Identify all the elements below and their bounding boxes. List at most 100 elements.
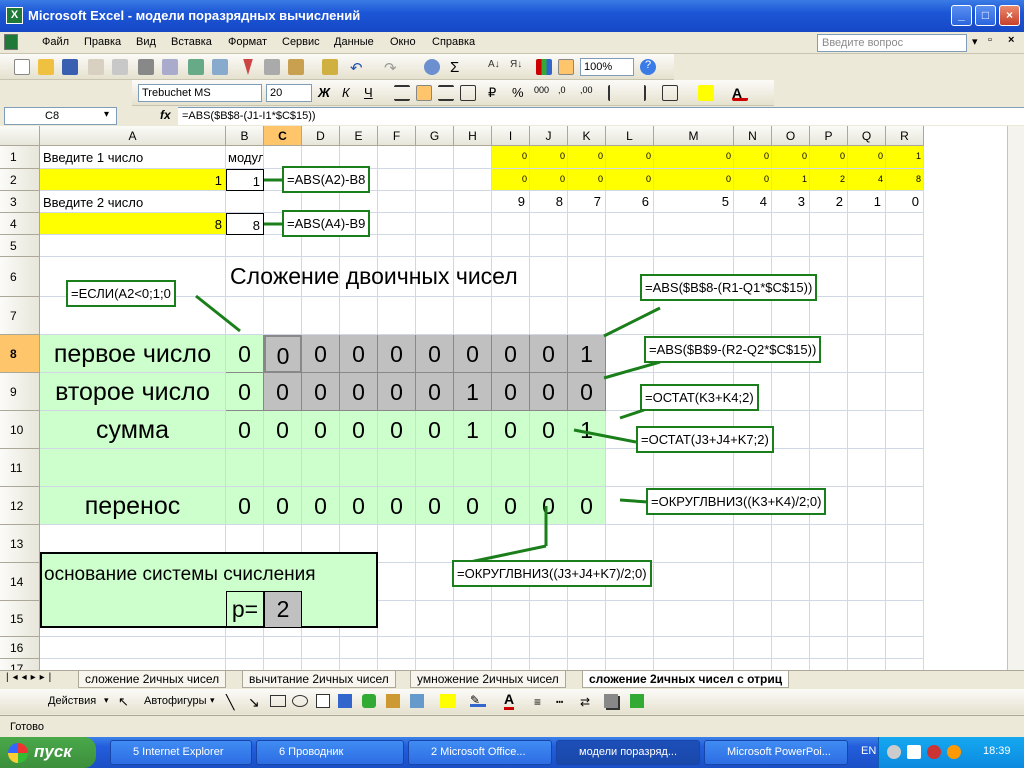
font-size-select[interactable]: 20 [266, 84, 312, 102]
tray-icon-2[interactable] [907, 745, 921, 759]
research-icon[interactable] [212, 59, 228, 75]
sheet-tab-3[interactable]: умножение 2ичных чисел [410, 671, 566, 688]
tab-nav-arrows[interactable]: |◂◂▸▸| [6, 672, 55, 683]
spelling-icon[interactable] [188, 59, 204, 75]
formula-input[interactable]: =ABS($B$8-(J1-I1*$C$15)) [178, 107, 1024, 125]
oval-icon[interactable] [292, 695, 308, 707]
increase-indent-icon[interactable] [630, 85, 646, 101]
format-painter-icon[interactable] [322, 59, 338, 75]
font-color-icon[interactable]: A [732, 85, 748, 101]
task-internet-explorer[interactable]: 5 Internet Explorer [110, 740, 252, 765]
3d-icon[interactable] [630, 694, 644, 708]
rectangle-icon[interactable] [270, 695, 286, 707]
task-office[interactable]: 2 Microsoft Office... [408, 740, 552, 765]
chevron-down-icon[interactable]: ▾ [104, 695, 109, 706]
help-icon[interactable]: ? [640, 59, 656, 75]
select-pointer-icon[interactable]: ↖ [118, 694, 129, 710]
paste-icon[interactable] [288, 59, 304, 75]
tray-lang[interactable]: EN [861, 745, 876, 757]
permission-icon[interactable] [88, 59, 104, 75]
shadow-icon[interactable] [604, 694, 618, 708]
tray-icon-1[interactable] [887, 745, 901, 759]
decrease-indent-icon[interactable] [608, 85, 624, 101]
minimize-button[interactable]: _ [951, 5, 972, 26]
menu-tools[interactable]: Сервис [282, 36, 320, 48]
menu-data[interactable]: Данные [334, 36, 374, 48]
chevron-down-icon[interactable]: ▾ [972, 35, 978, 48]
dash-style-icon[interactable]: ┅ [556, 695, 563, 709]
align-right-icon[interactable] [438, 85, 454, 101]
tray-icon-4[interactable] [947, 745, 961, 759]
undo-icon[interactable]: ↶ [350, 59, 366, 77]
increase-decimal-icon[interactable]: ,0 [558, 85, 574, 101]
name-box[interactable]: C8 [4, 107, 117, 125]
line-icon[interactable]: ╲ [226, 694, 234, 711]
sheet-tab-2[interactable]: вычитание 2ичных чисел [242, 671, 396, 688]
new-icon[interactable] [14, 59, 30, 75]
menu-edit[interactable]: Правка [84, 36, 121, 48]
borders-icon[interactable] [662, 85, 678, 101]
underline-icon[interactable]: Ч [364, 85, 380, 101]
italic-icon[interactable]: К [342, 85, 358, 101]
thousands-icon[interactable]: 000 [534, 85, 550, 101]
sheet-tab-4[interactable]: сложение 2ичных чисел с отриц [582, 671, 790, 688]
menu-help[interactable]: Справка [432, 36, 475, 48]
autosum-icon[interactable]: Σ [450, 59, 466, 76]
help-search-input[interactable]: Введите вопрос [817, 34, 967, 52]
task-excel[interactable]: модели поразряд... [556, 740, 700, 765]
copy-icon[interactable] [264, 59, 280, 75]
menu-format[interactable]: Формат [228, 36, 267, 48]
email-icon[interactable] [112, 59, 128, 75]
close-doc-icon[interactable]: × [1008, 34, 1014, 46]
cut-icon[interactable] [243, 59, 253, 75]
fill-color-icon[interactable] [698, 85, 714, 101]
picture-icon[interactable] [410, 694, 424, 708]
percent-icon[interactable]: % [512, 85, 528, 101]
save-icon[interactable] [62, 59, 78, 75]
font-color-icon[interactable]: A [504, 691, 515, 710]
wordart-icon[interactable] [338, 694, 352, 708]
textbox-icon[interactable] [316, 694, 330, 708]
line-color-icon[interactable]: ✎ [470, 693, 486, 707]
task-powerpoint[interactable]: Microsoft PowerPoi... [704, 740, 848, 765]
currency-icon[interactable]: ₽ [488, 85, 504, 101]
align-center-icon[interactable] [416, 85, 432, 101]
doc-icon[interactable] [4, 34, 18, 50]
worksheet-grid[interactable]: ABCDEFGHIJKLMNOPQR 1 2 3 4 5 6 7 8 9 10 11 12 13 14 15… [0, 126, 1007, 670]
font-name-select[interactable]: Trebuchet MS [138, 84, 262, 102]
chevron-down-icon[interactable]: ▾ [210, 695, 215, 706]
arrow-icon[interactable]: ↘ [248, 694, 260, 711]
line-style-icon[interactable]: ≡ [534, 695, 541, 709]
sort-desc-icon[interactable]: Я↓ [510, 59, 526, 75]
merge-center-icon[interactable] [460, 85, 476, 101]
diagram-icon[interactable] [362, 694, 376, 708]
bold-icon[interactable]: Ж [318, 85, 334, 101]
maximize-button[interactable]: □ [975, 5, 996, 26]
open-icon[interactable] [38, 59, 54, 75]
menu-view[interactable]: Вид [136, 36, 156, 48]
draw-actions-menu[interactable]: Действия [48, 695, 96, 707]
vertical-scrollbar[interactable] [1007, 126, 1024, 670]
menu-insert[interactable]: Вставка [171, 36, 212, 48]
fill-color-icon[interactable] [440, 694, 456, 708]
menu-window[interactable]: Окно [390, 36, 416, 48]
autoshapes-menu[interactable]: Автофигуры [144, 695, 207, 707]
fx-icon[interactable]: fx [160, 108, 171, 122]
arrow-style-icon[interactable]: ⇄ [580, 695, 590, 709]
print-preview-icon[interactable] [162, 59, 178, 75]
decrease-decimal-icon[interactable]: ,00 [580, 85, 596, 101]
tray-icon-3[interactable] [927, 745, 941, 759]
zoom-select[interactable]: 100% [580, 58, 634, 76]
restore-icon[interactable]: ▫ [988, 34, 992, 46]
close-button[interactable]: × [999, 5, 1020, 26]
sort-asc-icon[interactable]: А↓ [488, 59, 504, 75]
chart-wizard-icon[interactable] [536, 59, 552, 75]
sheet-tab-1[interactable]: сложение 2ичных чисел [78, 671, 227, 688]
align-left-icon[interactable] [394, 85, 410, 101]
menu-file[interactable]: Файл [42, 36, 69, 48]
redo-icon[interactable]: ↷ [384, 59, 400, 77]
print-icon[interactable] [138, 59, 154, 75]
drawing-icon[interactable] [558, 59, 574, 75]
chevron-down-icon[interactable]: ▾ [104, 109, 109, 120]
task-explorer[interactable]: 6 Проводник [256, 740, 404, 765]
